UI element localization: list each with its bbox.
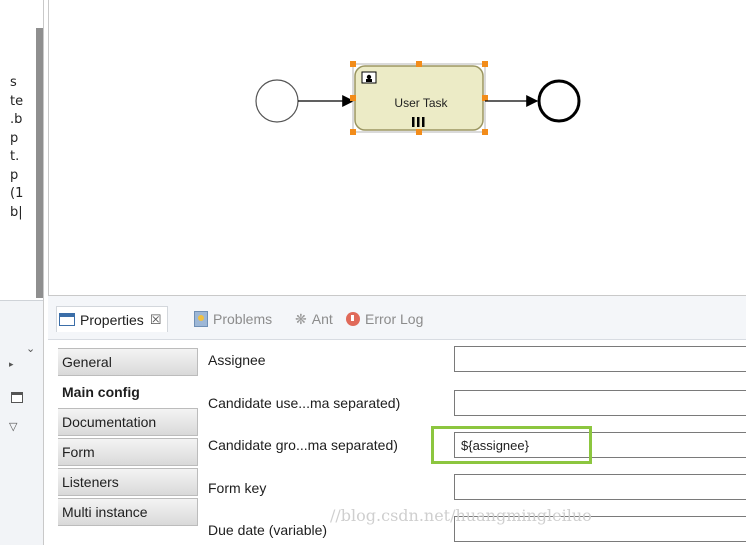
chevron-down-icon[interactable]: ⌄ [26, 342, 35, 355]
tab-error-log-label: Error Log [365, 311, 424, 327]
section-general[interactable]: General [58, 348, 198, 376]
left-lower-panel [0, 300, 43, 545]
user-task-type-icon [361, 71, 377, 84]
clipped-tree-line: te [10, 93, 24, 109]
tab-properties-label: Properties [80, 311, 144, 328]
clipped-tree-line: p [10, 130, 19, 146]
clipped-tree-text: s te .b p t. p (1 b| [10, 74, 23, 222]
candidate-users-input[interactable] [454, 390, 746, 416]
clipped-tree-line: b| [10, 204, 23, 220]
clipped-tree-line: p [10, 167, 19, 183]
bpmn-diagram-canvas[interactable]: User Task [48, 0, 746, 296]
diagram-svg [255, 61, 581, 135]
error-log-icon [346, 312, 360, 326]
properties-icon [59, 313, 75, 326]
form-key-label: Form key [208, 480, 267, 496]
problems-icon [194, 311, 208, 327]
section-form[interactable]: Form [58, 438, 198, 466]
clipped-tree-line: (1 [10, 186, 24, 201]
chevron-right-icon[interactable]: ▸ [9, 360, 14, 370]
vertical-scrollbar[interactable] [36, 28, 43, 298]
candidate-groups-input[interactable] [454, 432, 746, 458]
user-task-label: User Task [394, 96, 448, 110]
clipped-tree-line: s [10, 75, 17, 90]
tab-error-log[interactable]: Error Log [346, 308, 423, 330]
due-date-input[interactable] [454, 516, 746, 542]
due-date-label: Due date (variable) [208, 522, 328, 538]
multi-instance-marker-icon [412, 117, 425, 127]
section-multi-instance[interactable]: Multi instance [58, 498, 198, 526]
form-key-input[interactable] [454, 474, 746, 500]
tab-properties[interactable]: Properties ☒ [56, 306, 169, 332]
candidate-users-label: Candidate use...ma separated) [208, 395, 401, 411]
section-listeners[interactable]: Listeners [58, 468, 198, 496]
section-documentation[interactable]: Documentation [58, 408, 198, 436]
ant-icon: ❋ [295, 310, 307, 327]
tab-ant-label: Ant [311, 311, 333, 327]
end-event[interactable] [537, 79, 581, 123]
properties-view: Properties ☒ Problems ❋ Ant Error Log Ge… [48, 296, 746, 545]
assignee-label: Assignee [208, 352, 266, 368]
view-menu-icon[interactable]: ▽ [9, 420, 17, 433]
property-sections: General Main config Documentation Form L… [58, 348, 198, 528]
view-tab-bar: Properties ☒ Problems ❋ Ant Error Log [48, 296, 746, 340]
section-main-config[interactable]: Main config [58, 378, 198, 406]
left-side-panel: s te .b p t. p (1 b| ⌄ ▸ ▽ [0, 0, 44, 545]
tab-problems-label: Problems [213, 311, 273, 327]
start-event[interactable] [255, 79, 299, 123]
clipped-tree-line: .b [10, 112, 23, 127]
clipped-tree-line: t. [10, 149, 20, 164]
close-tab-icon[interactable]: ☒ [150, 312, 162, 328]
minimize-icon[interactable] [11, 392, 23, 403]
candidate-groups-label: Candidate gro...ma separated) [208, 437, 398, 453]
tab-problems[interactable]: Problems [194, 308, 272, 330]
tab-ant[interactable]: ❋ Ant [295, 308, 333, 330]
assignee-input[interactable] [454, 346, 746, 372]
